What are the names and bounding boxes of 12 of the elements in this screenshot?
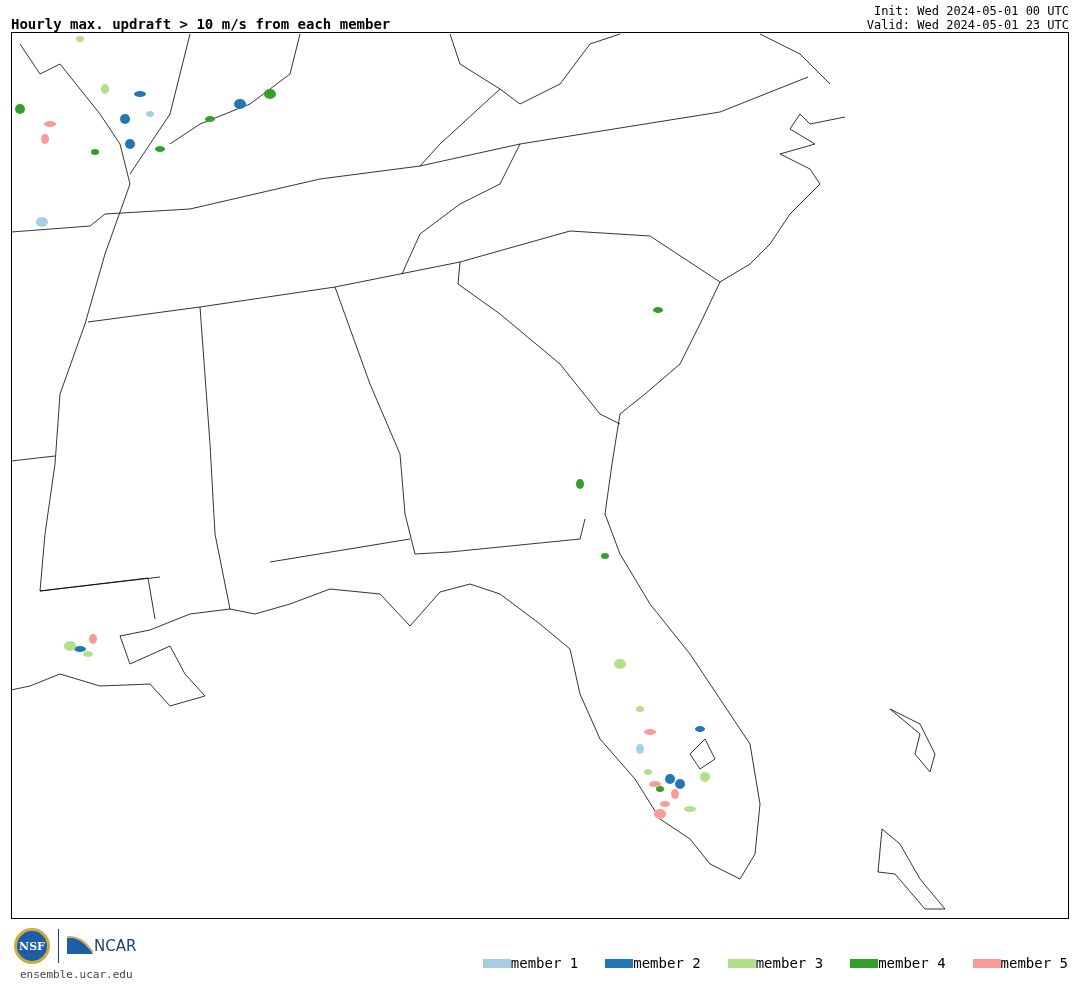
ncar-swoosh-icon bbox=[67, 936, 93, 956]
legend-label: member 1 bbox=[510, 955, 579, 971]
legend-label: member 3 bbox=[755, 955, 824, 971]
nsf-logo: NSF bbox=[14, 928, 50, 964]
legend-label: member 4 bbox=[878, 955, 946, 971]
legend-label: member 5 bbox=[1000, 955, 1068, 971]
init-time: Init: Wed 2024-05-01 00 UTC bbox=[872, 4, 1069, 18]
legend-label: member 2 bbox=[633, 955, 701, 971]
site-url: ensemble.ucar.edu bbox=[19, 968, 134, 981]
ncar-logo-text: NCAR bbox=[94, 937, 137, 955]
valid-time: Valid: Wed 2024-05-01 23 UTC bbox=[866, 18, 1069, 32]
plot-title: Hourly max. updraft > 10 m/s from each member bbox=[11, 16, 391, 32]
